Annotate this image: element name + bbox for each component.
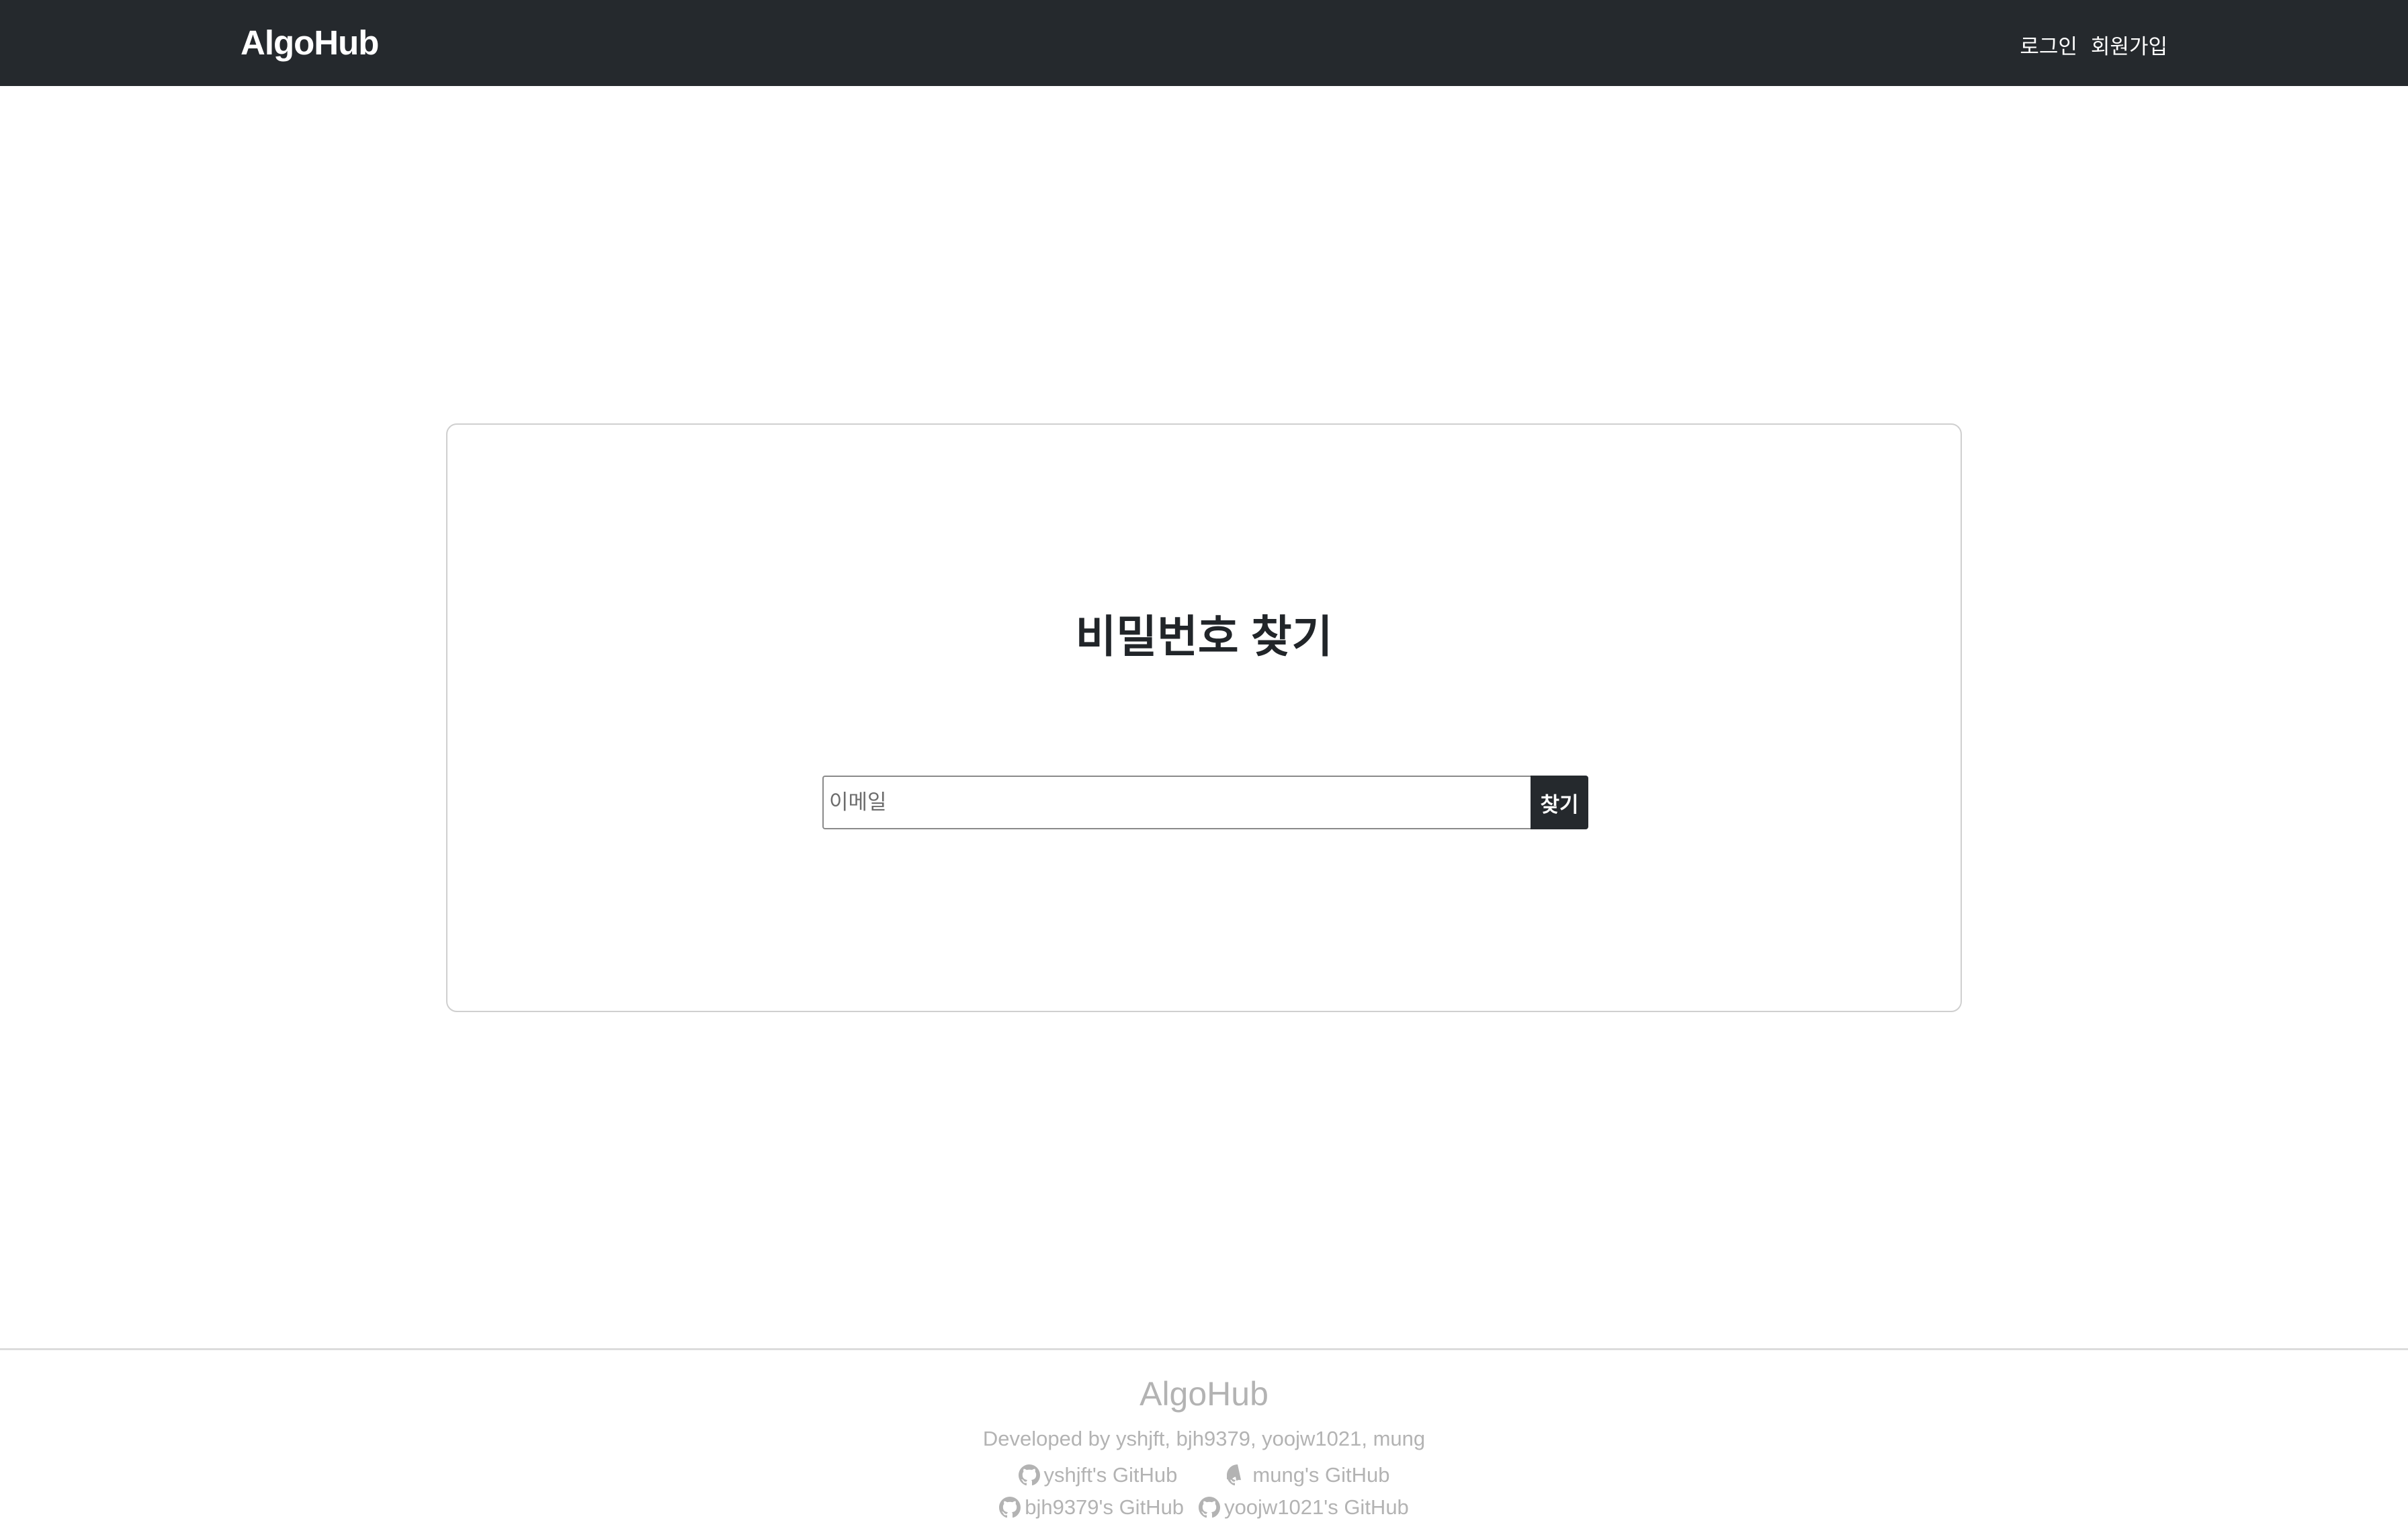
github-icon (1199, 1497, 1221, 1518)
github-link-label: yoojw1021's GitHub (1224, 1495, 1409, 1519)
footer-developers: Developed by yshjft, bjh9379, yoojw1021,… (982, 1427, 1426, 1450)
github-icon (1018, 1464, 1040, 1486)
page-title: 비밀번호 찾기 (1075, 612, 1333, 661)
footer: AlgoHub Developed by yshjft, bjh9379, yo… (0, 1348, 2408, 1535)
github-links-row: bjh9379's GitHub yoojw1021's GitHub (0, 1495, 2408, 1520)
brand-logo[interactable]: AlgoHub (241, 23, 379, 63)
github-icon (1227, 1464, 1242, 1486)
top-navbar: AlgoHub 로그인 회원가입 (0, 0, 2408, 86)
github-icon (999, 1497, 1021, 1518)
email-input[interactable] (822, 776, 1531, 829)
email-search-form: 찾기 (822, 776, 1588, 829)
signup-link[interactable]: 회원가입 (2091, 30, 2167, 60)
github-link-yoojw1021[interactable]: yoojw1021's GitHub (1199, 1495, 1409, 1520)
find-button[interactable]: 찾기 (1531, 776, 1588, 829)
github-link-yshjft[interactable]: yshjft's GitHub (1018, 1463, 1178, 1487)
github-links-row: yshjft's GitHub mung's GitHub (0, 1463, 2408, 1487)
github-link-label: mung's GitHub (1252, 1463, 1390, 1487)
github-link-bjh9379[interactable]: bjh9379's GitHub (999, 1495, 1184, 1520)
footer-brand: AlgoHub (1140, 1375, 1268, 1413)
github-link-label: bjh9379's GitHub (1025, 1495, 1185, 1519)
github-link-mung[interactable]: mung's GitHub (1227, 1463, 1389, 1487)
nav-links: 로그인 회원가입 (2020, 30, 2167, 60)
find-password-card: 비밀번호 찾기 찾기 (446, 423, 1962, 1012)
github-link-label: yshjft's GitHub (1043, 1463, 1178, 1487)
login-link[interactable]: 로그인 (2020, 30, 2077, 60)
